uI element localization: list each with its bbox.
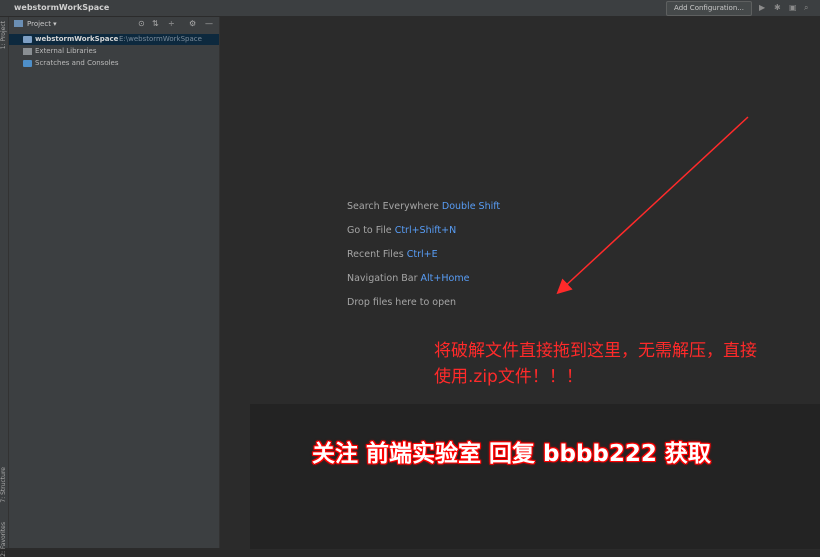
left-tool-strip: 1: Project 7: Structure 2: Favorites <box>0 17 9 557</box>
tree-item-label: External Libraries <box>35 47 97 55</box>
title-bar: webstormWorkSpace Add Configuration... ▶… <box>0 0 820 17</box>
structure-tool-tab[interactable]: 7: Structure <box>0 467 8 503</box>
tree-item-path: E:\webstormWorkSpace <box>119 35 202 43</box>
project-view-selector[interactable]: Project ▾ <box>27 17 57 31</box>
scratches-icon <box>23 60 32 67</box>
tree-item-scratches[interactable]: Scratches and Consoles <box>9 58 219 69</box>
project-tool-tab[interactable]: 1: Project <box>0 21 8 49</box>
project-panel-header: Project ▾ ⊙ ⇅ ÷ ⚙ — <box>9 17 219 31</box>
project-panel: Project ▾ ⊙ ⇅ ÷ ⚙ — webstormWorkSpace E:… <box>9 17 220 548</box>
window-title: webstormWorkSpace <box>14 3 110 12</box>
expand-icon[interactable]: ÷ <box>168 17 175 31</box>
instruction-text-line1: 将破解文件直接拖到这里，无需解压，直接 <box>434 341 757 361</box>
promo-banner-text: 关注 前端实验室 回复 bbbb222 获取 <box>312 441 711 467</box>
tree-item-label: webstormWorkSpace <box>35 35 119 43</box>
tree-item-label: Scratches and Consoles <box>35 59 119 67</box>
run-icon[interactable]: ▶ <box>759 2 765 14</box>
tree-item-project-root[interactable]: webstormWorkSpace E:\webstormWorkSpace <box>9 34 219 45</box>
locate-icon[interactable]: ⊙ <box>138 17 145 31</box>
coverage-icon[interactable]: ▣ <box>789 2 797 14</box>
favorites-tool-tab[interactable]: 2: Favorites <box>0 522 8 557</box>
debug-icon[interactable]: ✱ <box>774 2 781 14</box>
project-view-icon <box>14 20 23 27</box>
library-icon <box>23 48 32 55</box>
collapse-icon[interactable]: ⇅ <box>152 17 159 31</box>
instruction-text-line2: 使用.zip文件！！！ <box>434 367 583 387</box>
tree-item-external-libraries[interactable]: External Libraries <box>9 46 219 57</box>
editor-empty-state: Search Everywhere Double Shift Go to Fil… <box>220 17 820 549</box>
gear-icon[interactable]: ⚙ <box>189 17 196 31</box>
minimize-icon[interactable]: — <box>205 17 213 31</box>
promo-banner: 关注 前端实验室 回复 bbbb222 获取 <box>250 404 820 549</box>
folder-icon <box>23 36 32 43</box>
search-everywhere-icon[interactable]: ⌕ <box>804 2 808 14</box>
add-configuration-button[interactable]: Add Configuration... <box>666 1 752 16</box>
